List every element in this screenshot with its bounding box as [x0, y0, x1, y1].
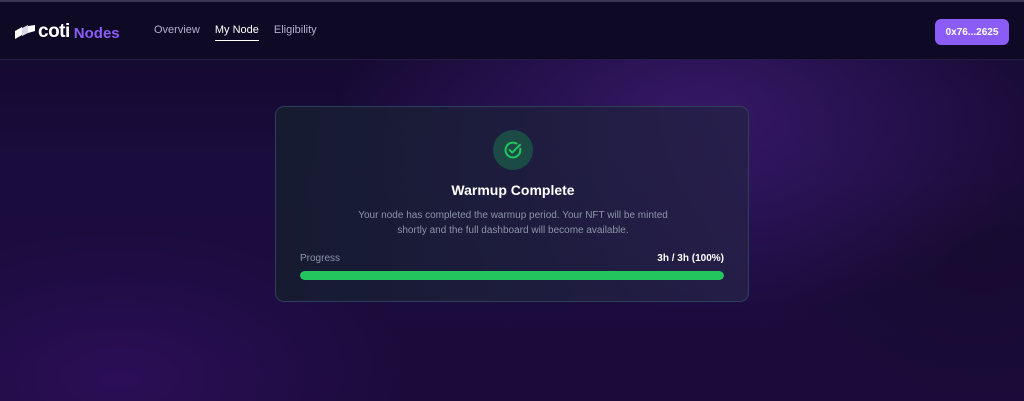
- progress-bar-fill: [300, 271, 724, 280]
- header: coti Nodes Overview My Node Eligibility …: [0, 2, 1024, 60]
- progress-bar: [300, 271, 724, 280]
- logo-nodes-text: Nodes: [73, 25, 120, 42]
- progress-label: Progress: [300, 253, 341, 264]
- logo-coti-text: coti: [38, 21, 70, 42]
- nav-my-node[interactable]: My Node: [214, 24, 259, 41]
- main-nav: Overview My Node Eligibility: [154, 24, 332, 41]
- card-title: Warmup Complete: [451, 182, 575, 198]
- check-circle-badge: [493, 130, 533, 170]
- coti-logo-icon: [15, 25, 35, 39]
- page: coti Nodes Overview My Node Eligibility …: [0, 0, 1024, 401]
- nav-overview[interactable]: Overview: [154, 24, 200, 41]
- progress-value: 3h / 3h (100%): [657, 253, 724, 264]
- warmup-card: Warmup Complete Your node has completed …: [275, 106, 749, 302]
- card-description: Your node has completed the warmup perio…: [358, 210, 668, 236]
- wallet-address-button[interactable]: 0x76...2625: [935, 19, 1009, 45]
- logo[interactable]: coti Nodes: [15, 21, 120, 43]
- nav-eligibility[interactable]: Eligibility: [274, 24, 317, 41]
- check-circle-icon: [504, 141, 522, 159]
